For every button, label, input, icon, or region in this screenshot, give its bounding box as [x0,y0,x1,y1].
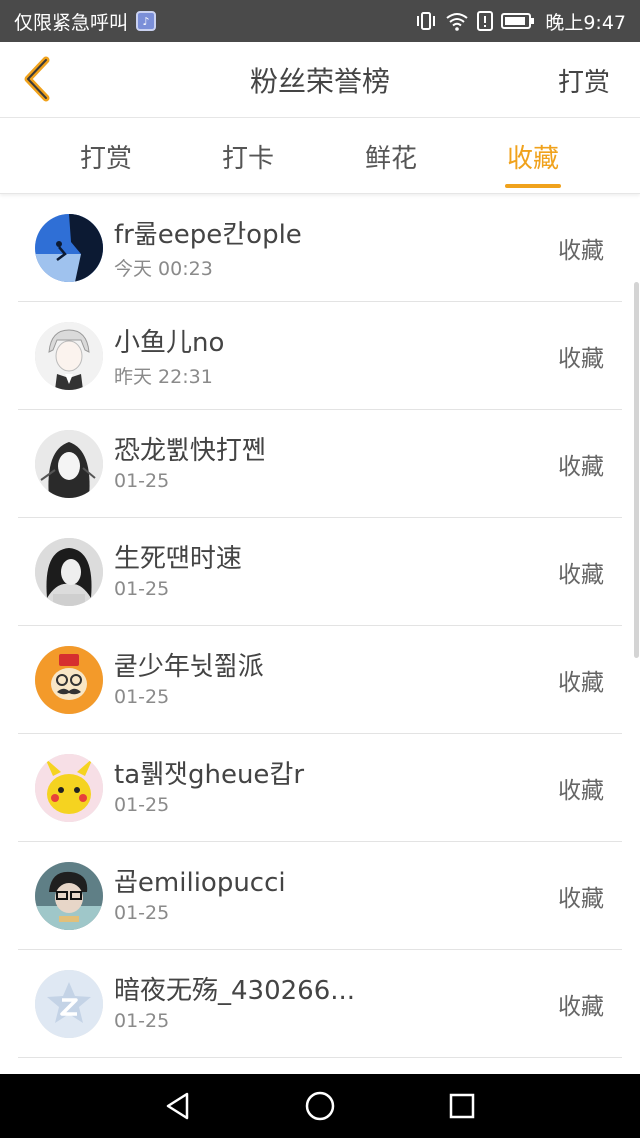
back-button[interactable] [12,54,62,104]
list-item[interactable]: 生死떈时速 01-25 收藏 [18,518,622,626]
status-bar: 仅限紧急呼叫 ♪ 晚上9:47 [0,0,640,42]
tab-bar: 打赏 打卡 鲜花 收藏 [0,118,640,194]
anime-boy-avatar [35,322,103,390]
tab-checkin[interactable]: 打卡 [193,118,303,194]
timestamp: 今天 00:23 [114,258,213,280]
recents-square-icon[interactable] [440,1084,484,1128]
timestamp: 昨天 22:31 [114,366,213,388]
list-item[interactable]: fr룲eepe칸ople 今天 00:23 收藏 [18,194,622,302]
favorite-label: 收藏 [558,454,604,480]
wifi-icon [445,11,469,31]
nav-bar: 粉丝荣誉榜 打赏 [0,42,640,118]
alert-icon [477,11,494,31]
favorite-label: 收藏 [558,238,604,264]
list-item[interactable]: 暗夜无殇_430266... 01-25 收藏 [18,950,622,1058]
tab-favorites[interactable]: 收藏 [478,118,588,194]
dark-hair-avatar [35,538,103,606]
clock-text: 晚上9:47 [545,11,626,34]
home-circle-icon[interactable] [298,1084,342,1128]
list-item[interactable]: 쿹少年뉫쬚派 01-25 收藏 [18,626,622,734]
list-item[interactable]: 恐龙쀬快打쪤 01-25 收藏 [18,410,622,518]
favorite-label: 收藏 [558,670,604,696]
user-name: 生死떈时速 [114,544,242,574]
system-nav-bar [0,1074,640,1138]
tab-label: 鲜花 [364,143,417,174]
back-triangle-icon[interactable] [156,1084,200,1128]
chevron-left-icon [24,56,50,102]
music-app-icon: ♪ [136,11,157,31]
battery-icon [501,13,535,29]
user-name: 暗夜无殇_430266... [114,976,356,1006]
sketch-girl-avatar [35,430,103,498]
climber-silhouette-avatar [35,214,103,282]
tab-label: 打卡 [221,143,274,174]
list-item[interactable]: ta뤩잿gheue캅r 01-25 收藏 [18,734,622,842]
timestamp: 01-25 [114,794,170,816]
timestamp: 01-25 [114,470,170,492]
reward-button[interactable]: 打赏 [558,42,610,118]
favorite-label: 收藏 [558,346,604,372]
tab-label: 打赏 [79,143,132,174]
glasses-person-avatar [35,862,103,930]
tab-reward[interactable]: 打赏 [51,118,161,194]
timestamp: 01-25 [114,578,170,600]
timestamp: 01-25 [114,1010,170,1032]
vibrate-icon [415,11,437,31]
active-tab-indicator [505,184,561,188]
carrier-status-text: 仅限紧急呼叫 [14,11,129,34]
pikachu-avatar [35,754,103,822]
page-title: 粉丝荣誉榜 [249,65,390,98]
user-name: fr룲eepe칸ople [114,220,302,250]
timestamp: 01-25 [114,902,170,924]
list-item[interactable]: 小鱼儿no 昨天 22:31 收藏 [18,302,622,410]
mustache-monkey-avatar [35,646,103,714]
tab-flowers[interactable]: 鲜花 [336,118,446,194]
list-item[interactable]: 굡emiliopucci 01-25 收藏 [18,842,622,950]
scrollbar[interactable] [634,282,639,658]
favorite-label: 收藏 [558,562,604,588]
favorite-label: 收藏 [558,994,604,1020]
favorite-label: 收藏 [558,778,604,804]
user-name: ta뤩잿gheue캅r [114,760,305,790]
user-name: 굡emiliopucci [114,868,286,898]
fan-list[interactable]: fr룲eepe칸ople 今天 00:23 收藏 小鱼儿no 昨天 22:31 … [0,194,640,1074]
timestamp: 01-25 [114,686,170,708]
qzone-default-avatar [35,970,103,1038]
user-name: 쿹少年뉫쬚派 [114,652,264,682]
user-name: 恐龙쀬快打쪤 [114,436,266,466]
user-name: 小鱼儿no [114,328,225,358]
tab-label: 收藏 [506,143,559,174]
favorite-label: 收藏 [558,886,604,912]
